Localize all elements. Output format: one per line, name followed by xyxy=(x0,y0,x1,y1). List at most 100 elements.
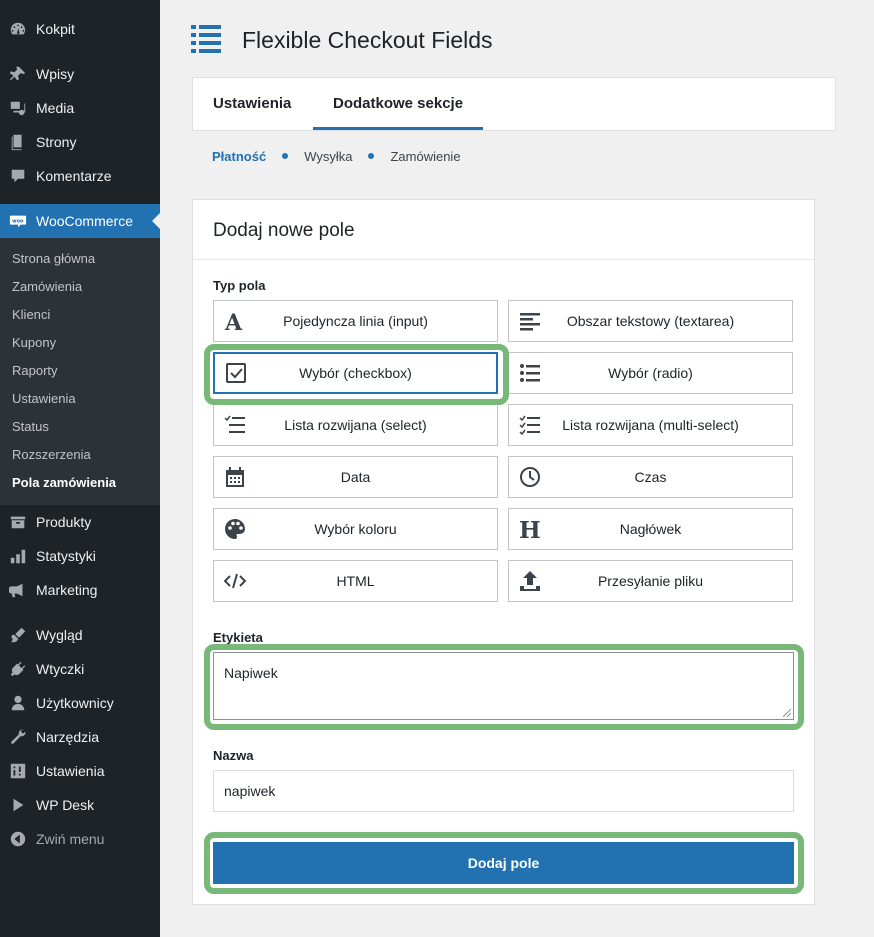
submenu-item-zamowienia[interactable]: Zamówienia xyxy=(12,278,82,296)
sidebar-item-label: Ustawienia xyxy=(36,763,105,779)
sidebar-item-woocommerce[interactable]: woo WooCommerce xyxy=(0,204,160,238)
sidebar-item-label: Marketing xyxy=(36,582,98,598)
sidebar-item-narzedzia[interactable]: Narzędzia xyxy=(0,720,160,754)
sidebar-item-label: Wpisy xyxy=(36,66,75,82)
svg-text:A: A xyxy=(224,310,243,332)
list-bullets-icon xyxy=(519,362,541,384)
label-field-label: Etykieta xyxy=(213,630,263,645)
field-type-label: Lista rozwijana (multi-select) xyxy=(562,417,739,433)
sidebar-item-wtyczki[interactable]: Wtyczki xyxy=(0,652,160,686)
field-type-label: Wybór koloru xyxy=(314,521,397,537)
field-type-date[interactable]: Data xyxy=(213,456,498,498)
upload-icon xyxy=(519,570,541,592)
calendar-icon xyxy=(224,466,246,488)
subtab-zamowienie[interactable]: Zamówienie xyxy=(390,149,460,164)
tab-ustawienia[interactable]: Ustawienia xyxy=(213,78,291,130)
dashboard-icon xyxy=(8,19,28,39)
field-type-upload[interactable]: Przesyłanie pliku xyxy=(508,560,793,602)
checkbox-icon xyxy=(225,362,247,384)
add-field-panel: Dodaj nowe pole Typ pola A Pojedyncza li… xyxy=(192,199,815,905)
tab-bar: Ustawienia Dodatkowe sekcje xyxy=(192,77,836,131)
divider xyxy=(193,259,814,260)
sidebar-item-statystyki[interactable]: Statystyki xyxy=(0,539,160,573)
field-type-label: Data xyxy=(340,469,371,485)
sidebar-item-ustawienia[interactable]: Ustawienia xyxy=(0,754,160,788)
sidebar-item-label: Zwiń menu xyxy=(36,831,105,847)
name-input[interactable]: napiwek xyxy=(213,770,794,812)
sidebar-item-label: Komentarze xyxy=(36,168,112,184)
submenu-item-pola-zamowienia[interactable]: Pola zamówienia xyxy=(12,474,116,492)
sidebar-item-label: Statystyki xyxy=(36,548,96,564)
field-type-label: Czas xyxy=(634,469,667,485)
svg-text:woo: woo xyxy=(12,218,24,224)
code-icon xyxy=(224,570,246,592)
label-textarea[interactable]: Napiwek xyxy=(213,652,794,720)
megaphone-icon xyxy=(8,580,28,600)
field-type-label: HTML xyxy=(336,573,375,589)
submenu-item-klienci[interactable]: Klienci xyxy=(12,306,50,324)
submenu-item-rozszerzenia[interactable]: Rozszerzenia xyxy=(12,446,91,464)
field-type-multiselect[interactable]: Lista rozwijana (multi-select) xyxy=(508,404,793,446)
svg-text:H: H xyxy=(519,518,541,540)
woocommerce-submenu: Strona główna Zamówienia Klienci Kupony … xyxy=(0,238,160,505)
play-icon xyxy=(8,795,28,815)
field-type-select[interactable]: Lista rozwijana (select) xyxy=(213,404,498,446)
media-icon xyxy=(8,98,28,118)
sidebar-item-produkty[interactable]: Produkty xyxy=(0,505,160,539)
sidebar-item-label: Wtyczki xyxy=(36,661,85,677)
separator-dot xyxy=(282,153,289,159)
sidebar-item-wyglad[interactable]: Wygląd xyxy=(0,618,160,652)
field-type-color[interactable]: Wybór koloru xyxy=(213,508,498,550)
sidebar-item-label: Narzędzia xyxy=(36,729,100,745)
products-icon xyxy=(8,512,28,532)
list-icon xyxy=(190,23,222,58)
field-type-heading[interactable]: H Nagłówek xyxy=(508,508,793,550)
sidebar-item-label: Wygląd xyxy=(36,627,83,643)
subtab-platnosc[interactable]: Płatność xyxy=(212,149,266,164)
sidebar-item-strony[interactable]: Strony xyxy=(0,125,160,159)
field-type-label: Wybór (checkbox) xyxy=(299,365,412,381)
field-type-input[interactable]: A Pojedyncza linia (input) xyxy=(213,300,498,342)
add-field-button[interactable]: Dodaj pole xyxy=(213,842,794,884)
submenu-item-status[interactable]: Status xyxy=(12,418,49,436)
field-type-label: Obszar tekstowy (textarea) xyxy=(566,313,735,329)
field-type-textarea[interactable]: Obszar tekstowy (textarea) xyxy=(508,300,793,342)
field-type-label: Lista rozwijana (select) xyxy=(284,417,427,433)
sidebar-item-wpisy[interactable]: Wpisy xyxy=(0,57,160,91)
plugin-icon xyxy=(8,659,28,679)
sidebar-item-marketing[interactable]: Marketing xyxy=(0,573,160,607)
separator-dot xyxy=(368,153,375,159)
pin-icon xyxy=(8,64,28,84)
user-icon xyxy=(8,693,28,713)
comments-icon xyxy=(8,166,28,186)
sidebar-item-media[interactable]: Media xyxy=(0,91,160,125)
tab-dodatkowe-sekcje[interactable]: Dodatkowe sekcje xyxy=(313,78,484,130)
field-type-checkbox[interactable]: Wybór (checkbox) xyxy=(213,352,498,394)
subtab-wysylka[interactable]: Wysyłka xyxy=(304,149,352,164)
text-a-icon: A xyxy=(224,310,246,332)
resize-handle-icon[interactable] xyxy=(783,709,791,717)
sidebar-item-uzytkownicy[interactable]: Użytkownicy xyxy=(0,686,160,720)
field-type-html[interactable]: HTML xyxy=(213,560,498,602)
collapse-icon xyxy=(8,829,28,849)
sidebar-item-komentarze[interactable]: Komentarze xyxy=(0,159,160,193)
name-value: napiwek xyxy=(224,783,276,799)
submenu-item-kupony[interactable]: Kupony xyxy=(12,334,56,352)
field-type-label: Pojedyncza linia (input) xyxy=(283,313,428,329)
collapse-menu-button[interactable]: Zwiń menu xyxy=(0,822,160,856)
admin-sidebar: Kokpit Wpisy Media Strony Komentarze woo… xyxy=(0,0,160,937)
sidebar-item-label: WooCommerce xyxy=(36,213,133,229)
submenu-item-ustawienia[interactable]: Ustawienia xyxy=(12,390,76,408)
name-field-label: Nazwa xyxy=(213,748,254,763)
sidebar-item-wp-desk[interactable]: WP Desk xyxy=(0,788,160,822)
stats-icon xyxy=(8,546,28,566)
submenu-item-raporty[interactable]: Raporty xyxy=(12,362,58,380)
field-type-radio[interactable]: Wybór (radio) xyxy=(508,352,793,394)
field-type-time[interactable]: Czas xyxy=(508,456,793,498)
sidebar-item-label: Produkty xyxy=(36,514,92,530)
brush-icon xyxy=(8,625,28,645)
submenu-item-strona-glowna[interactable]: Strona główna xyxy=(12,250,95,268)
sidebar-item-kokpit[interactable]: Kokpit xyxy=(0,12,160,46)
field-type-label: Nagłówek xyxy=(619,521,682,537)
field-type-label: Typ pola xyxy=(213,278,266,293)
